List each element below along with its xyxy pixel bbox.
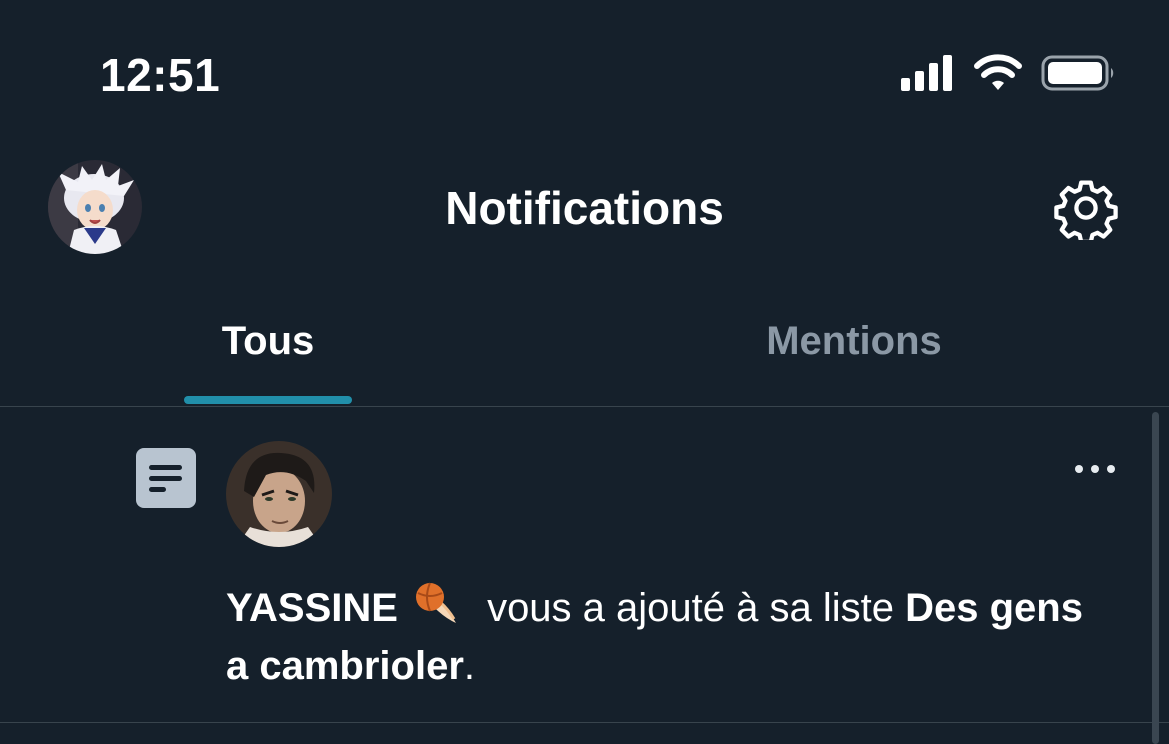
more-options-icon[interactable] xyxy=(1070,457,1120,481)
list-icon xyxy=(136,448,196,508)
user-avatar[interactable] xyxy=(226,441,332,547)
notification-item[interactable]: YASSINE vous a ajouté à sa liste Des gen… xyxy=(0,407,1169,723)
notification-end-punct: . xyxy=(463,644,476,688)
page-title: Notifications xyxy=(445,182,724,234)
scrollbar[interactable] xyxy=(1152,412,1159,744)
comet-basketball-emoji-icon xyxy=(410,581,468,629)
wifi-icon xyxy=(973,54,1023,97)
gear-icon[interactable] xyxy=(1054,176,1118,244)
notification-user-name[interactable]: YASSINE xyxy=(226,586,398,630)
tab-all[interactable]: Tous xyxy=(184,314,352,368)
battery-icon xyxy=(1041,54,1117,97)
notifications-screen: 12:51 Notifications Tous Mentions YASSIN… xyxy=(0,0,1169,744)
active-tab-indicator xyxy=(184,396,352,404)
tab-bar: Tous Mentions xyxy=(0,300,1169,407)
status-icons xyxy=(901,54,1117,97)
status-time: 12:51 xyxy=(100,49,221,101)
notification-action-text: vous a ajouté à sa liste xyxy=(487,586,894,630)
tab-mentions[interactable]: Mentions xyxy=(704,314,1004,368)
notification-text: YASSINE vous a ajouté à sa liste Des gen… xyxy=(226,579,1086,695)
signal-icon xyxy=(901,54,955,97)
